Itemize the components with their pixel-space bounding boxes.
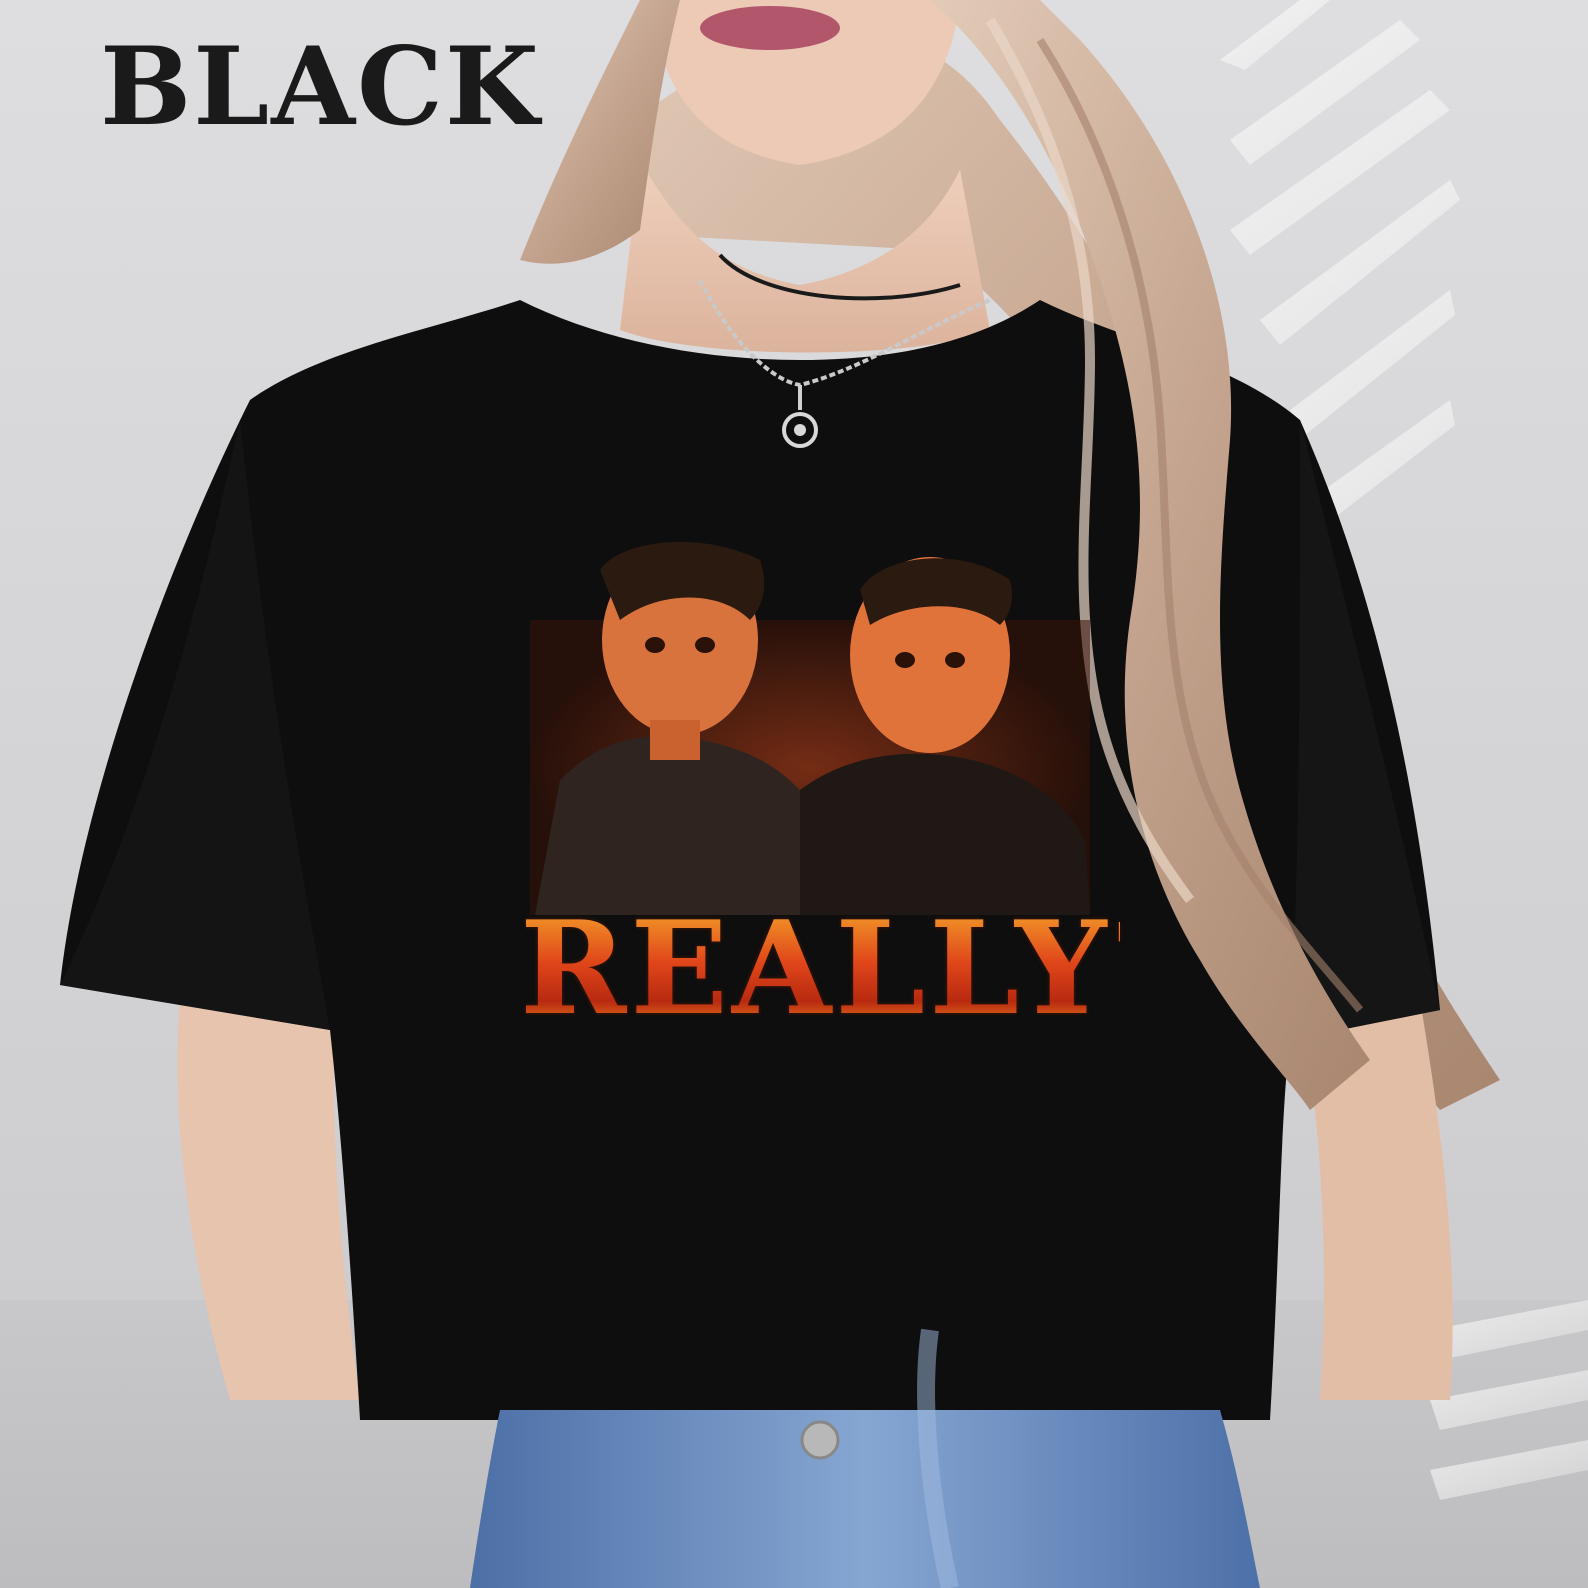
print-slogan: REALLY?: [520, 894, 1190, 1044]
product-photo: BLACK REALLY?: [0, 0, 1588, 1588]
left-arm: [177, 1000, 360, 1400]
lips: [700, 6, 840, 50]
jeans: [470, 1410, 1260, 1588]
jeans-button: [800, 1420, 840, 1460]
color-label: BLACK: [100, 24, 541, 150]
model-illustration: [60, 0, 1588, 1588]
